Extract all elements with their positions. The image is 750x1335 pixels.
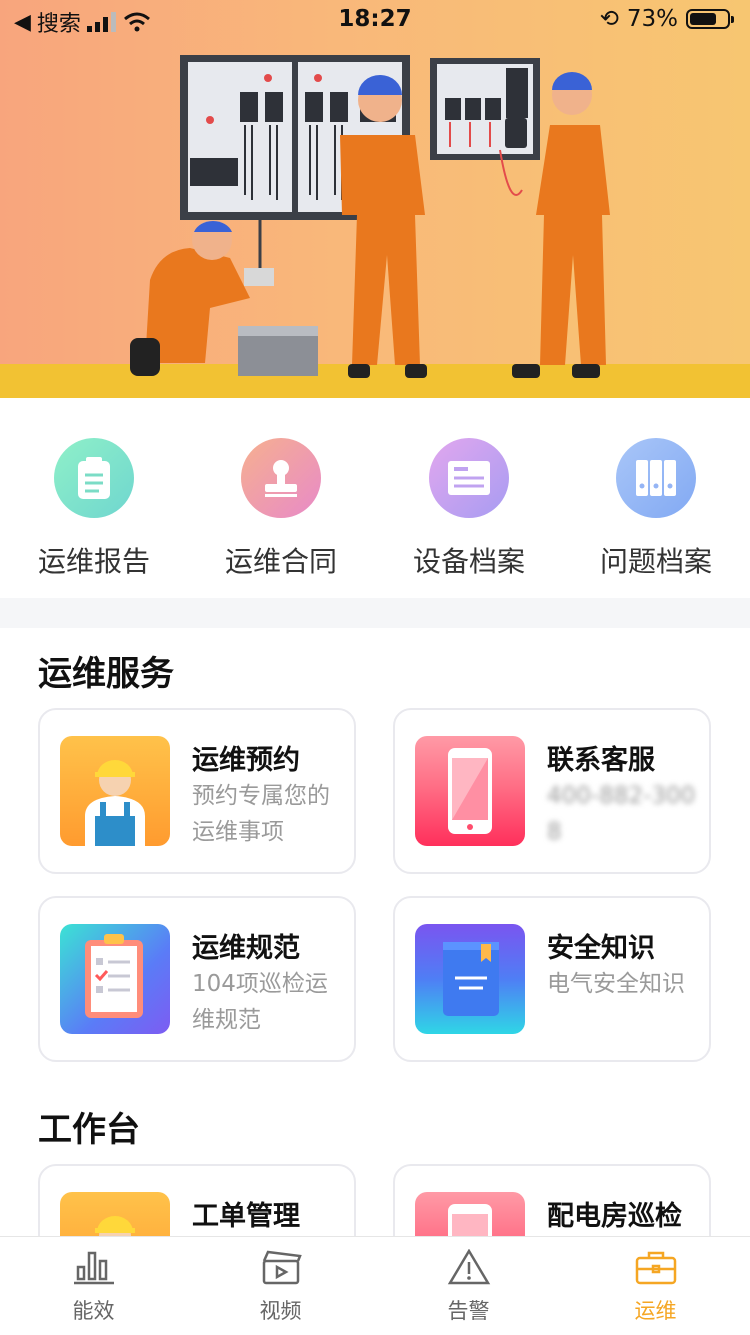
card-safety-knowledge[interactable]: 安全知识 电气安全知识 bbox=[393, 896, 711, 1062]
tab-label: 告警 bbox=[447, 1299, 490, 1323]
card-title: 运维规范 bbox=[192, 933, 300, 964]
service-phone-number[interactable]: 400-882-3008 bbox=[547, 778, 697, 850]
card-title: 配电房巡检 bbox=[547, 1201, 682, 1232]
battery-icon bbox=[686, 9, 734, 29]
card-title: 安全知识 bbox=[547, 933, 655, 964]
worker-icon bbox=[60, 736, 170, 846]
rotation-lock-icon: ⟲ bbox=[599, 6, 619, 32]
card-maintenance-standards[interactable]: 运维规范 104项巡检运维规范 bbox=[38, 896, 356, 1062]
quick-actions: 运维报告 运维合同 设备档案 问题档案 bbox=[0, 398, 750, 598]
folders-icon bbox=[616, 438, 696, 518]
book-icon bbox=[415, 924, 525, 1034]
quick-action-contract[interactable]: 运维合同 bbox=[187, 438, 375, 580]
battery-percent: 73% bbox=[626, 6, 678, 32]
quick-action-equipment[interactable]: 设备档案 bbox=[375, 438, 563, 580]
tab-alarm[interactable]: 告警 bbox=[375, 1248, 562, 1325]
card-description: 电气安全知识 bbox=[547, 971, 685, 997]
quick-action-issues[interactable]: 问题档案 bbox=[562, 438, 750, 580]
card-customer-service[interactable]: 联系客服 400-882-3008 bbox=[393, 708, 711, 874]
quick-action-label: 运维报告 bbox=[37, 545, 150, 578]
quick-action-label: 运维合同 bbox=[224, 545, 337, 578]
tab-maintenance[interactable]: 运维 bbox=[562, 1249, 749, 1325]
quick-action-label: 问题档案 bbox=[599, 545, 712, 578]
tab-bar: 能效 视频 告警 运维 bbox=[0, 1236, 750, 1335]
phone-icon bbox=[415, 736, 525, 846]
checklist-icon bbox=[60, 924, 170, 1034]
section-divider bbox=[0, 598, 750, 628]
tab-energy[interactable]: 能效 bbox=[0, 1249, 187, 1325]
clapperboard-icon bbox=[262, 1250, 302, 1285]
tab-video[interactable]: 视频 bbox=[187, 1249, 374, 1325]
quick-action-label: 设备档案 bbox=[412, 545, 525, 578]
card-description: 预约专属您的运维事项 bbox=[192, 783, 330, 845]
maintenance-illustration bbox=[0, 55, 750, 398]
clipboard-icon bbox=[54, 438, 134, 518]
bar-chart-icon bbox=[73, 1251, 114, 1285]
tab-label: 视频 bbox=[259, 1299, 302, 1323]
service-section-title: 运维服务 bbox=[38, 654, 174, 694]
card-title: 工单管理 bbox=[192, 1201, 300, 1232]
card-maintenance-booking[interactable]: 运维预约 预约专属您的运维事项 bbox=[38, 708, 356, 874]
quick-action-report[interactable]: 运维报告 bbox=[0, 438, 188, 580]
status-bar: ◀ 搜索 18:27 ⟲ 73% bbox=[0, 0, 750, 40]
card-title: 联系客服 bbox=[547, 745, 655, 776]
tab-label: 能效 bbox=[72, 1299, 115, 1323]
warning-icon bbox=[447, 1248, 490, 1285]
id-card-icon bbox=[429, 438, 509, 518]
workbench-section-title: 工作台 bbox=[38, 1110, 140, 1150]
stamp-icon bbox=[241, 438, 321, 518]
hero-banner bbox=[0, 0, 750, 398]
card-description: 104项巡检运维规范 bbox=[192, 971, 328, 1033]
card-title: 运维预约 bbox=[192, 745, 300, 776]
toolbox-icon bbox=[635, 1251, 676, 1285]
battery-fill bbox=[690, 13, 716, 25]
tab-label: 运维 bbox=[634, 1299, 677, 1323]
